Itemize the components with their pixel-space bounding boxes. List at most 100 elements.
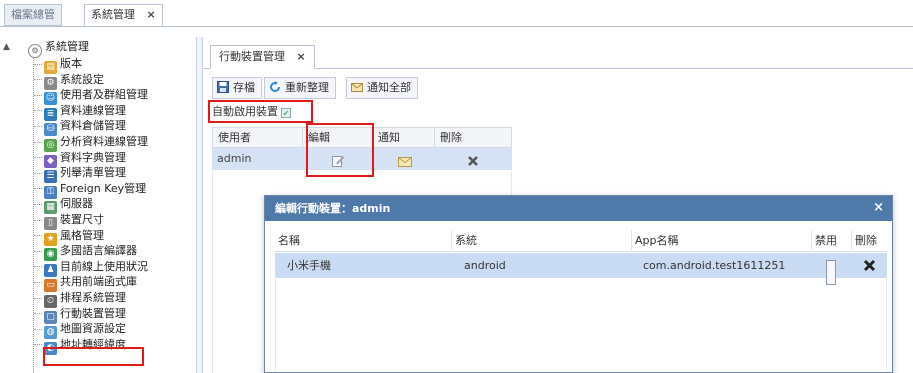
sidebar-item-label: 行動裝置管理 xyxy=(60,306,126,320)
tree-connector xyxy=(34,297,42,299)
save-label: 存檔 xyxy=(233,81,255,94)
tab-label: 系統管理 xyxy=(91,8,135,21)
column-header-disabled[interactable]: 禁用 xyxy=(812,230,852,252)
sidebar-item[interactable]: ☰ 列舉清單管理 xyxy=(34,165,126,184)
tree-connector xyxy=(34,235,42,237)
close-icon[interactable]: × xyxy=(297,50,306,63)
sidebar-item-label: 資料倉儲管理 xyxy=(60,119,126,133)
save-icon xyxy=(217,81,229,93)
sidebar-item[interactable]: ≣ 資料連線管理 xyxy=(34,103,126,121)
dialog-title: 編輯行動裝置：admin xyxy=(275,202,391,215)
tree-connector xyxy=(34,344,42,346)
tree-connector xyxy=(34,63,42,65)
dialog-grid-body xyxy=(275,278,887,372)
sidebar-item-label: 排程系統管理 xyxy=(60,291,126,304)
tree-root-label: 系統管理 xyxy=(45,40,89,53)
sidebar-item-label: 分析資料連線管理 xyxy=(60,135,148,148)
close-icon[interactable]: × xyxy=(873,196,884,220)
device-os-cell: android xyxy=(464,259,506,272)
notify-all-button[interactable]: 通知全部 xyxy=(346,77,418,99)
tree-connector xyxy=(34,188,42,190)
tree-root-system-management[interactable]: ▲ ⚙ 系統管理 xyxy=(3,39,89,58)
sidebar-tree[interactable]: ▲ ⚙ 系統管理 ▤ 版本 ⚙ 系統設定 ☺ 使用者及群組管理 ≣ 資料連線管理 ⛁ 資料倉儲管理 ◎… xyxy=(0,37,197,373)
edit-mobile-device-dialog: 編輯行動裝置：admin × 名稱 系統 App名稱 禁用 刪除 小米手機 an… xyxy=(264,195,893,373)
splitter[interactable] xyxy=(197,37,203,373)
notify-all-label: 通知全部 xyxy=(367,81,411,94)
tree-connector xyxy=(34,94,42,96)
sidebar-item[interactable]: ♟ 目前線上使用狀況 xyxy=(34,259,148,277)
tab-divider xyxy=(0,26,913,27)
user-cell: admin xyxy=(217,152,252,165)
highlight-mobile-device-item xyxy=(43,347,144,366)
tree-connector xyxy=(34,79,42,81)
tree-connector xyxy=(34,157,42,159)
sidebar-item-label: 版本 xyxy=(60,57,82,70)
sidebar-item[interactable]: ◉ 多國語言編譯器 xyxy=(34,243,137,262)
tree-connector xyxy=(34,125,42,127)
tree-connector xyxy=(34,203,42,205)
tree-connector xyxy=(34,110,42,112)
refresh-label: 重新整理 xyxy=(285,81,329,94)
inner-tab-bar: 行動裝置管理 × xyxy=(204,45,913,69)
tab-label: 檔案總管 xyxy=(11,8,55,21)
refresh-button[interactable]: 重新整理 xyxy=(264,77,336,99)
sidebar-item-label: 伺服器 xyxy=(60,197,93,211)
tree-connector xyxy=(34,281,42,283)
column-header-os[interactable]: 系統 xyxy=(452,230,632,252)
sidebar-item-label: 地圖資源設定 xyxy=(60,322,126,336)
highlight-auto-enable xyxy=(208,100,313,123)
dialog-grid-header: 名稱 系統 App名稱 禁用 刪除 xyxy=(275,230,887,252)
sidebar-item-label: 資料字典管理 xyxy=(60,150,126,164)
sidebar-item-label: 共用前端函式庫 xyxy=(60,275,137,289)
tree-connector xyxy=(34,266,42,268)
tab-system-management[interactable]: 系統管理 × xyxy=(84,4,163,26)
sidebar-item-label: 列舉清單管理 xyxy=(60,166,126,180)
tab-mobile-device-management[interactable]: 行動裝置管理 × xyxy=(210,45,315,69)
envelope-icon xyxy=(351,83,363,92)
column-header-app-name[interactable]: App名稱 xyxy=(632,230,812,252)
sidebar-item-label: 使用者及群組管理 xyxy=(60,88,148,102)
sidebar-item[interactable]: ⚙ 系統設定 xyxy=(34,72,104,90)
sidebar-item[interactable]: ▤ 版本 xyxy=(34,56,82,74)
sidebar-item-label: 風格管理 xyxy=(60,228,104,242)
sidebar-item[interactable]: ⚿ Foreign Key管理 xyxy=(34,181,147,199)
column-header-delete[interactable]: 刪除 xyxy=(435,128,511,148)
envelope-icon[interactable] xyxy=(398,153,412,167)
sidebar-item[interactable]: ▦ 伺服器 xyxy=(34,196,93,215)
tree-connector xyxy=(34,250,42,252)
delete-icon[interactable] xyxy=(863,259,876,273)
sidebar-item-label: 多國語言編譯器 xyxy=(60,244,137,258)
column-header-notify[interactable]: 通知 xyxy=(373,128,435,148)
sidebar-item[interactable]: ▯ 裝置尺寸 xyxy=(34,212,104,230)
delete-icon[interactable] xyxy=(467,153,481,166)
tab-file-explorer[interactable]: 檔案總管 xyxy=(4,4,62,26)
app-name-cell: com.android.test1611251 xyxy=(643,259,786,272)
sidebar-item[interactable]: ⏲ 排程系統管理 xyxy=(34,290,126,308)
column-header-name[interactable]: 名稱 xyxy=(275,230,452,252)
sidebar-item[interactable]: ◎ 分析資料連線管理 xyxy=(34,134,148,152)
sidebar-item-label: 目前線上使用狀況 xyxy=(60,259,148,273)
dialog-title-bar[interactable]: 編輯行動裝置：admin × xyxy=(265,196,892,221)
sidebar-item[interactable]: ★ 風格管理 xyxy=(34,228,104,246)
tree-connector xyxy=(34,219,42,221)
sidebar-item-label: 裝置尺寸 xyxy=(60,213,104,226)
column-header-delete[interactable]: 刪除 xyxy=(852,230,887,252)
sidebar-item[interactable]: ▭ 共用前端函式庫 xyxy=(34,274,137,293)
outer-tab-bar: 檔案總管 系統管理 × xyxy=(0,0,913,36)
tab-label: 行動裝置管理 xyxy=(219,50,285,63)
sidebar-item[interactable]: ▢ 行動裝置管理 xyxy=(34,306,126,324)
save-button[interactable]: 存檔 xyxy=(212,77,262,99)
sidebar-item[interactable]: ◍ 地圖資源設定 xyxy=(34,321,126,340)
column-header-user[interactable]: 使用者 xyxy=(213,128,303,148)
table-row[interactable]: 小米手機 android com.android.test1611251 xyxy=(275,253,887,285)
collapse-icon[interactable]: ▲ xyxy=(3,39,13,55)
refresh-icon xyxy=(270,81,280,92)
sidebar-item[interactable]: ☺ 使用者及群組管理 xyxy=(34,87,148,106)
sidebar-item[interactable]: ◆ 資料字典管理 xyxy=(34,150,126,168)
sidebar-item-label: Foreign Key管理 xyxy=(60,181,147,195)
tree-connector xyxy=(34,172,42,174)
close-icon[interactable]: × xyxy=(147,8,156,21)
sidebar-item[interactable]: ⛁ 資料倉儲管理 xyxy=(34,118,126,137)
tree-connector xyxy=(34,313,42,315)
sidebar-item-label: 資料連線管理 xyxy=(60,103,126,117)
